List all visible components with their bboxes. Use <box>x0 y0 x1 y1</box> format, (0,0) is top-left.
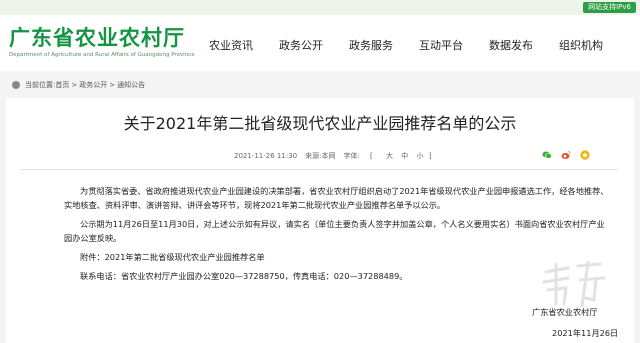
main-nav: 农业资讯 政务公开 政务服务 互动平台 数据发布 组织机构 <box>196 36 616 56</box>
breadcrumb-home[interactable]: 首页 <box>55 76 69 94</box>
top-strip: 网站支持IPv6 <box>0 0 640 15</box>
breadcrumb-separator: > <box>71 81 78 89</box>
share-qq-button[interactable] <box>578 148 592 162</box>
font-size-medium[interactable]: 中 <box>401 152 408 160</box>
article-source: 来源:本网 <box>305 152 336 160</box>
site-subtitle: Department of Agriculture and Rural Affa… <box>9 52 195 58</box>
share-weibo-button[interactable] <box>559 148 573 162</box>
site-title[interactable]: 广东省农业农村厅 <box>9 27 185 49</box>
wechat-icon <box>542 151 552 159</box>
qq-icon <box>580 150 590 160</box>
share-buttons <box>540 148 592 162</box>
weibo-icon <box>561 151 571 159</box>
breadcrumb: 当前位置: 首页 > 政务公开 > 通知公告 <box>0 76 640 94</box>
nav-item-agri-news[interactable]: 农业资讯 <box>196 36 266 56</box>
share-wechat-button[interactable] <box>540 148 554 162</box>
publish-date: 2021年11月26日 <box>552 328 619 338</box>
font-size-control: 字体: [ 大 中 小 ] <box>343 151 439 161</box>
article-meta: 2021-11-26 11:30 来源:本网 字体: [ 大 中 小 ] <box>234 151 447 161</box>
nanfang-watermark <box>542 260 606 308</box>
article-panel: 关于2021年第二批省级现代农业产业园推荐名单的公示 2021-11-26 11… <box>6 98 634 343</box>
font-bracket-close: ] <box>428 152 432 160</box>
breadcrumb-separator: > <box>109 81 116 89</box>
font-size-small[interactable]: 小 <box>416 152 423 160</box>
breadcrumb-gov-info[interactable]: 政务公开 <box>79 76 107 94</box>
article-paragraph: 为贯彻落实省委、省政府推进现代农业产业园建设的决策部署，省农业农村厅组织启动了2… <box>64 186 609 210</box>
article-body: 为贯彻落实省委、省政府推进现代农业产业园建设的决策部署，省农业农村厅组织启动了2… <box>64 184 612 288</box>
nav-item-interaction[interactable]: 互动平台 <box>406 36 476 56</box>
attachment-line[interactable]: 附件：2021年第二批省级现代农业产业园推荐名单 <box>64 250 612 264</box>
contact-line: 联系电话：省农业农村厅产业园办公室020—37288750，传真电话：020—3… <box>80 271 408 281</box>
article-datetime: 2021-11-26 11:30 <box>234 152 298 160</box>
nav-item-gov-service[interactable]: 政务服务 <box>336 36 406 56</box>
article-paragraph: 公示期为11月26日至11月30日，对上述公示如有异议，请实名（单位主要负责人签… <box>64 219 605 243</box>
meta-divider <box>20 169 618 170</box>
ipv6-badge[interactable]: 网站支持IPv6 <box>583 2 636 13</box>
nav-item-gov-info[interactable]: 政务公开 <box>266 36 336 56</box>
font-size-label: 字体: <box>343 152 360 160</box>
signature: 广东省农业农村厅 <box>532 307 598 317</box>
breadcrumb-notices[interactable]: 通知公告 <box>117 76 145 94</box>
font-size-large[interactable]: 大 <box>386 152 393 160</box>
nav-item-organization[interactable]: 组织机构 <box>546 36 616 56</box>
location-icon <box>12 81 20 89</box>
nav-item-data-release[interactable]: 数据发布 <box>476 36 546 56</box>
font-bracket-open: [ <box>370 152 373 160</box>
breadcrumb-prefix: 当前位置: <box>25 81 56 89</box>
article-title: 关于2021年第二批省级现代农业产业园推荐名单的公示 <box>123 114 517 133</box>
